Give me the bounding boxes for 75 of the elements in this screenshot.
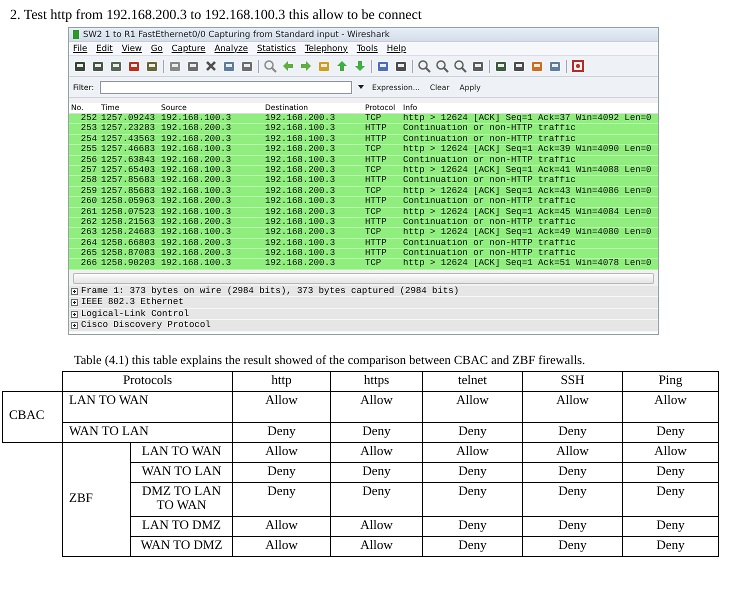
table-cell: Allow bbox=[232, 442, 330, 462]
table-cell: Deny bbox=[622, 422, 718, 442]
table-cell: Deny bbox=[622, 536, 718, 557]
table-cell: LAN TO WAN bbox=[62, 391, 232, 422]
table-cell: Deny bbox=[522, 536, 622, 557]
search-icon[interactable] bbox=[263, 59, 277, 73]
table-cell: Allow bbox=[422, 391, 522, 422]
window-title: SW2 1 to R1 FastEthernet0/0 Capturing from Standard input - Wireshark bbox=[83, 30, 390, 40]
table-cell: Deny bbox=[522, 422, 622, 442]
table-cell: Allow bbox=[330, 536, 422, 557]
table-header-cell: Protocols bbox=[62, 371, 232, 392]
table-cell: Deny bbox=[522, 516, 622, 537]
table-cell: Allow bbox=[232, 536, 330, 557]
menu-item[interactable]: Help bbox=[386, 44, 406, 54]
table-cell: Allow bbox=[522, 442, 622, 462]
table-header-cell: Ping bbox=[622, 371, 718, 392]
table-cell: WAN TO DMZ bbox=[130, 536, 232, 557]
table-cell: Allow bbox=[330, 442, 422, 462]
filter-field[interactable] bbox=[100, 80, 352, 94]
table-cell: Allow bbox=[330, 391, 422, 422]
table-cell: Allow bbox=[622, 391, 718, 422]
table-cell: Deny bbox=[330, 422, 422, 442]
menu-item[interactable]: Go bbox=[150, 44, 163, 54]
menu-item[interactable]: Statistics bbox=[256, 44, 296, 54]
expand-icon[interactable] bbox=[71, 299, 78, 306]
close-icon[interactable] bbox=[204, 59, 218, 73]
table-cell: Deny bbox=[622, 462, 718, 482]
menu-item[interactable]: Telephony bbox=[304, 44, 348, 54]
table-cell: Deny bbox=[422, 482, 522, 517]
table-header-cell: https bbox=[330, 371, 422, 392]
horizontal-scrollbar[interactable] bbox=[73, 272, 654, 284]
expand-icon[interactable] bbox=[71, 288, 78, 295]
table-cell: Allow bbox=[232, 391, 330, 422]
section-heading: 2. Test http from 192.168.200.3 to 192.168.100.3 this allow to be connect bbox=[10, 8, 423, 24]
table-cell: Deny bbox=[232, 482, 330, 517]
table-cell: Deny bbox=[622, 516, 718, 537]
table-caption: Table (4.1) this table explains the result showed of the comparison between CBAC and ZBF firewalls. bbox=[74, 352, 586, 368]
table-cell: WAN TO LAN bbox=[130, 462, 232, 482]
table-cell: Deny bbox=[330, 462, 422, 482]
table-cell: CBAC bbox=[2, 391, 62, 442]
table-cell: DMZ TO LAN TO WAN bbox=[130, 482, 232, 517]
table-header-cell: SSH bbox=[522, 371, 622, 392]
table-cell: LAN TO WAN bbox=[130, 442, 232, 462]
table-cell: LAN TO DMZ bbox=[130, 516, 232, 537]
app-icon bbox=[73, 30, 79, 39]
table-cell: Deny bbox=[422, 516, 522, 537]
expand-icon[interactable] bbox=[71, 322, 78, 330]
table-cell: Deny bbox=[622, 482, 718, 517]
menu-item[interactable]: Analyze bbox=[214, 44, 248, 54]
menu-item[interactable]: Capture bbox=[172, 44, 206, 54]
table-cell: Allow bbox=[522, 391, 622, 422]
table-cell: Deny bbox=[232, 422, 330, 442]
table-cell: Allow bbox=[330, 516, 422, 537]
detail-line[interactable]: Logical-Link Control bbox=[81, 308, 190, 320]
table-cell: ZBF bbox=[62, 442, 130, 557]
expand-icon[interactable] bbox=[71, 310, 78, 318]
table-cell: Deny bbox=[522, 462, 622, 482]
dropdown-caret-icon[interactable] bbox=[358, 85, 364, 89]
menu-item[interactable]: Edit bbox=[96, 44, 113, 54]
menu-item[interactable]: File bbox=[73, 44, 88, 54]
table-header-cell: http bbox=[232, 371, 330, 392]
table-cell: WAN TO LAN bbox=[62, 422, 232, 442]
table-cell: Deny bbox=[232, 462, 330, 482]
table-cell: Deny bbox=[422, 462, 522, 482]
table-cell: Deny bbox=[522, 482, 622, 517]
detail-line[interactable]: IEEE 802.3 Ethernet bbox=[81, 297, 184, 308]
table-cell: Deny bbox=[422, 422, 522, 442]
table-cell: Allow bbox=[622, 442, 718, 462]
table-header-cell: telnet bbox=[422, 371, 522, 392]
menu-item[interactable]: Tools bbox=[356, 44, 378, 54]
table-cell: Deny bbox=[422, 536, 522, 557]
table-cell: Allow bbox=[232, 516, 330, 537]
menu-item[interactable]: View bbox=[122, 44, 142, 54]
table-cell: Deny bbox=[330, 482, 422, 517]
table-cell: Allow bbox=[422, 442, 522, 462]
